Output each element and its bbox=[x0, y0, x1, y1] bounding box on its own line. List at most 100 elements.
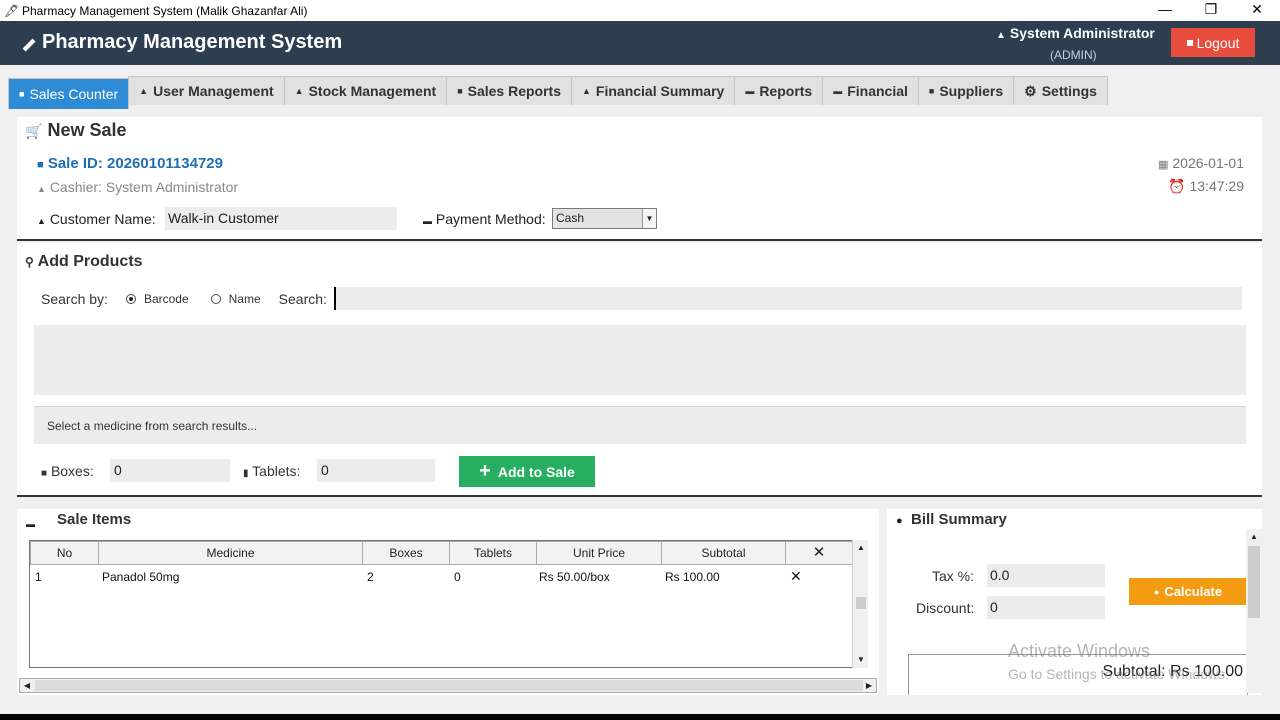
gear-icon: ⚙ bbox=[1024, 82, 1037, 99]
tax-input[interactable]: 0.0 bbox=[987, 564, 1105, 587]
customer-name-input[interactable]: Walk-in Customer bbox=[165, 207, 397, 230]
barcode-radio[interactable] bbox=[125, 294, 136, 304]
boxes-label: ■ Boxes: bbox=[41, 463, 94, 479]
sale-time-text: 13:47:29 bbox=[1189, 178, 1245, 194]
payment-method-label: ▬ Payment Method: bbox=[423, 211, 546, 227]
payment-method-select[interactable]: Cash ▼ bbox=[552, 208, 657, 229]
sale-date: ▦ 2026-01-01 bbox=[1158, 155, 1244, 171]
payment-method-value: Cash bbox=[556, 211, 585, 225]
column-no[interactable]: No bbox=[30, 541, 99, 565]
column-tablets[interactable]: Tablets bbox=[449, 541, 537, 565]
column-boxes[interactable]: Boxes bbox=[362, 541, 450, 565]
remove-item-icon[interactable]: ✕ bbox=[790, 568, 802, 585]
restore-button[interactable]: ❐ bbox=[1188, 0, 1234, 21]
app-title: ▬ Pharmacy Management System bbox=[16, 31, 342, 54]
scroll-thumb[interactable] bbox=[35, 680, 863, 691]
tab-reports[interactable]: ▬ Reports bbox=[734, 76, 824, 105]
name-radio[interactable] bbox=[210, 294, 221, 304]
sale-items-table: No Medicine Boxes Tablets Unit Price Sub… bbox=[29, 540, 868, 668]
bill-summary-scrollbar[interactable]: ▲ bbox=[1246, 529, 1262, 693]
tab-label: Stock Management bbox=[308, 83, 437, 99]
tab-stock-management[interactable]: ▲ Stock Management bbox=[283, 76, 448, 105]
minimize-button[interactable]: — bbox=[1142, 0, 1188, 21]
tablets-label-text: Tablets: bbox=[252, 463, 301, 479]
scroll-thumb[interactable] bbox=[856, 597, 866, 609]
chevron-down-icon[interactable]: ▼ bbox=[642, 209, 656, 228]
boxes-input[interactable]: 0 bbox=[110, 459, 230, 482]
window-controls: — ❐ ✕ bbox=[1142, 0, 1280, 21]
vertical-scrollbar[interactable]: ▲ ▼ bbox=[852, 540, 868, 668]
add-products-heading: ⚲ Add Products bbox=[25, 253, 143, 271]
scroll-left-icon[interactable]: ◀ bbox=[20, 679, 34, 692]
column-subtotal[interactable]: Subtotal bbox=[661, 541, 786, 565]
discount-input[interactable]: 0 bbox=[987, 596, 1105, 619]
user-icon: ▲ bbox=[996, 30, 1006, 41]
horizontal-scrollbar[interactable]: ◀ ▶ bbox=[19, 678, 877, 693]
cell-no: 1 bbox=[35, 570, 42, 584]
sale-id-text: Sale ID: 20260101134729 bbox=[47, 155, 223, 172]
main-tabs: ■ Sales Counter ▲ User Management ▲ Stock M… bbox=[8, 76, 1108, 109]
column-unit-price[interactable]: Unit Price bbox=[536, 541, 662, 565]
column-medicine[interactable]: Medicine bbox=[98, 541, 363, 565]
table-row[interactable]: 1 Panadol 50mg 2 0 Rs 50.00/box Rs 100.0… bbox=[30, 567, 850, 587]
watermark-line2: Go to Settings to activate Windows. bbox=[1008, 666, 1229, 682]
wallet-icon: ▬ bbox=[833, 86, 843, 96]
scroll-up-icon[interactable]: ▲ bbox=[1246, 529, 1262, 545]
search-results-list[interactable] bbox=[34, 325, 1246, 395]
user-icon: ▲ bbox=[37, 184, 46, 194]
bill-summary-heading: Bill Summary bbox=[911, 511, 1007, 528]
scroll-up-icon[interactable]: ▲ bbox=[853, 540, 869, 556]
tax-label: Tax %: bbox=[932, 568, 975, 584]
search-options: Search by: Barcode Name Search: bbox=[41, 291, 327, 307]
window-titlebar: 🖋 Pharmacy Management System (Malik Ghaz… bbox=[0, 0, 1280, 21]
money-bag-icon: ● bbox=[896, 515, 903, 527]
add-to-sale-button[interactable]: + Add to Sale bbox=[459, 456, 595, 487]
customer-name-label: ▲ Customer Name: bbox=[37, 211, 156, 227]
table-header: No Medicine Boxes Tablets Unit Price Sub… bbox=[30, 541, 853, 565]
tab-label: Financial Summary bbox=[595, 83, 725, 99]
box-icon: ▲ bbox=[294, 86, 304, 96]
tab-financial-summary[interactable]: ▲ Financial Summary bbox=[571, 76, 736, 105]
search-input[interactable] bbox=[334, 287, 1242, 310]
customer-label-text: Customer Name: bbox=[49, 211, 156, 227]
logout-icon bbox=[1186, 39, 1193, 46]
calculate-button[interactable]: ● Calculate bbox=[1129, 578, 1247, 605]
boxes-label-text: Boxes: bbox=[50, 463, 94, 479]
add-products-title: Add Products bbox=[37, 253, 143, 270]
calendar-icon: ▦ bbox=[1158, 159, 1169, 171]
tab-financial[interactable]: ▬ Financial bbox=[822, 76, 919, 105]
name-radio-label[interactable]: Name bbox=[229, 292, 261, 306]
activate-windows-watermark: Activate Windows Go to Settings to activ… bbox=[1008, 641, 1229, 682]
scroll-thumb[interactable] bbox=[1248, 546, 1260, 618]
add-to-sale-label: Add to Sale bbox=[497, 463, 575, 480]
tab-suppliers[interactable]: ■ Suppliers bbox=[917, 76, 1015, 105]
cart-icon: 🛒 bbox=[25, 123, 43, 139]
sale-date-text: 2026-01-01 bbox=[1172, 155, 1244, 171]
close-window-button[interactable]: ✕ bbox=[1234, 0, 1280, 21]
column-remove[interactable]: ✕ bbox=[785, 541, 853, 565]
cell-subtotal: Rs 100.00 bbox=[665, 570, 720, 584]
card-icon: ▬ bbox=[423, 216, 432, 226]
box-icon: ■ bbox=[41, 468, 48, 479]
pill-icon: ▮ bbox=[243, 468, 249, 479]
chart-icon: ■ bbox=[457, 86, 463, 96]
scroll-right-icon[interactable]: ▶ bbox=[862, 679, 876, 692]
user-name-text: System Administrator bbox=[1009, 25, 1155, 41]
payment-label-text: Payment Method: bbox=[435, 211, 546, 227]
tab-sales-counter[interactable]: ■ Sales Counter bbox=[8, 78, 130, 109]
tab-sales-reports[interactable]: ■ Sales Reports bbox=[446, 76, 572, 105]
barcode-radio-label[interactable]: Barcode bbox=[144, 292, 189, 306]
tablets-input[interactable]: 0 bbox=[317, 459, 435, 482]
calculate-label: Calculate bbox=[1164, 584, 1223, 599]
tab-label: Settings bbox=[1041, 83, 1097, 99]
tab-settings[interactable]: ⚙ Settings bbox=[1013, 76, 1108, 105]
new-sale-heading: 🛒 New Sale bbox=[25, 120, 127, 141]
search-label: Search: bbox=[278, 291, 327, 307]
logout-button[interactable]: Logout bbox=[1171, 28, 1255, 57]
tablets-label: ▮ Tablets: bbox=[243, 463, 300, 479]
medicine-detail: Select a medicine from search results... bbox=[34, 406, 1246, 444]
scroll-down-icon[interactable]: ▼ bbox=[853, 652, 869, 668]
sale-time: ⏰ 13:47:29 bbox=[1168, 178, 1244, 195]
tab-label: User Management bbox=[153, 83, 274, 99]
tab-user-management[interactable]: ▲ User Management bbox=[128, 76, 285, 105]
